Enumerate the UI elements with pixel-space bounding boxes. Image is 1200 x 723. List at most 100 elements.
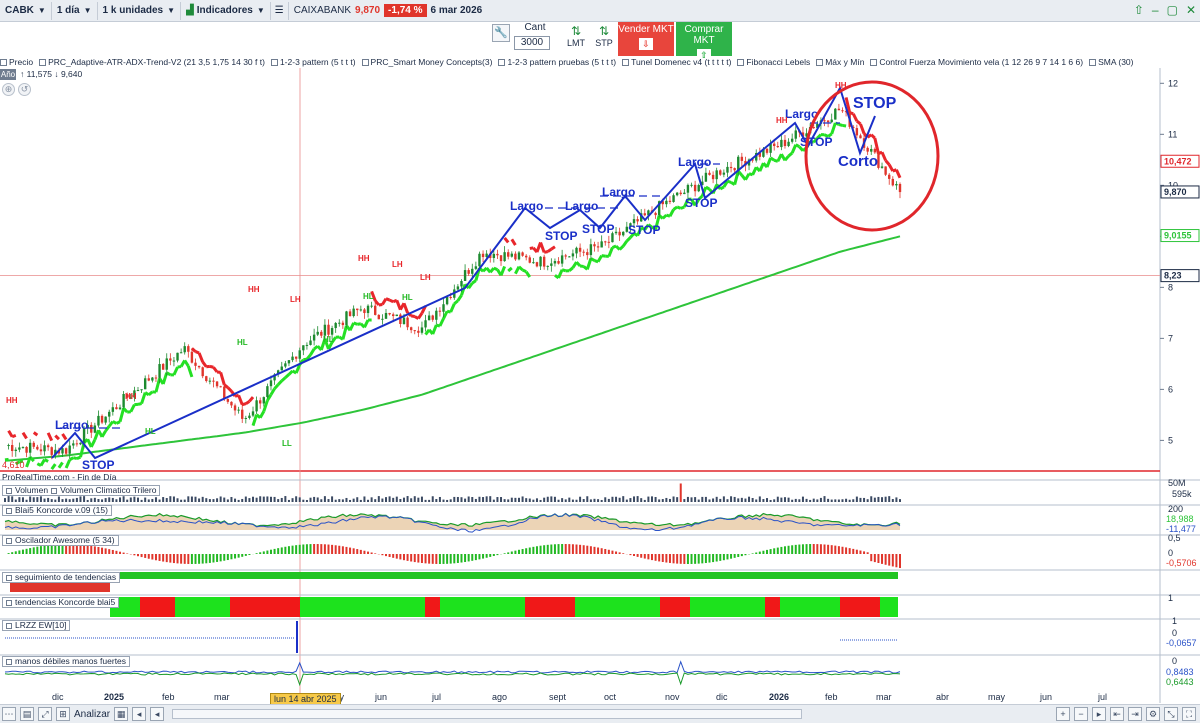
scroll-left-icon[interactable]: ◂ (150, 707, 165, 721)
zoom-in-icon[interactable]: + (1056, 707, 1070, 721)
analyze-icon[interactable]: ⊞ (56, 707, 70, 721)
candle-body (514, 253, 517, 260)
atr-trail-segment (680, 205, 685, 210)
checkbox-icon[interactable] (6, 507, 12, 514)
checkbox-icon[interactable] (6, 622, 12, 629)
wrench-icon[interactable]: 🔧 (492, 24, 510, 42)
checkbox-icon[interactable] (6, 537, 12, 544)
chart-area[interactable]: 12111098765LargoSTOPLargoSTOPLargoSTOPLa… (0, 68, 1200, 723)
limit-order-button[interactable]: ⇅ LMT (562, 22, 590, 56)
checkbox-icon[interactable] (870, 58, 878, 66)
minimize-icon[interactable]: – (1152, 3, 1159, 17)
awesome-bar (582, 545, 585, 554)
volume-bar (194, 496, 197, 502)
checkbox-icon[interactable] (6, 574, 12, 581)
symbol-selector[interactable]: CABK ▼ (0, 1, 52, 20)
checkbox-icon[interactable] (498, 58, 506, 66)
analyze-label[interactable]: Analizar (74, 709, 110, 720)
awesome-bar (834, 545, 837, 554)
fit-icon[interactable]: ⤡ (1164, 707, 1178, 721)
close-icon[interactable]: ✕ (1186, 3, 1196, 17)
units-selector[interactable]: 1 k unidades ▼ (98, 1, 182, 20)
settings-button[interactable]: ☰ (271, 1, 289, 20)
zoom-icon[interactable]: ⊕ (2, 83, 15, 96)
trend-koncorde-panel-label[interactable]: tendencias Koncorde blai5 (2, 597, 120, 608)
checkbox-icon[interactable] (816, 58, 824, 66)
sell-market-button[interactable]: Vender MKT ⇩ (618, 22, 674, 56)
price-tag-fib: 8,23 (1164, 271, 1182, 281)
checkbox-icon[interactable] (622, 58, 630, 66)
quantity-input[interactable]: 3000 (514, 36, 550, 50)
zoom-out-icon[interactable]: − (1074, 707, 1088, 721)
awesome-bar (873, 554, 876, 563)
indicators-button[interactable]: ▟ Indicadores ▼ (181, 1, 271, 20)
indicator-item[interactable]: Fibonacci Lebels (737, 57, 810, 67)
stop-order-button[interactable]: ⇅ STP (590, 22, 618, 56)
maximize-icon[interactable]: ▢ (1167, 3, 1178, 17)
checkbox-icon[interactable] (270, 58, 278, 66)
checkbox-icon[interactable] (0, 58, 7, 66)
volume-bar (801, 496, 804, 502)
volume-bar (881, 497, 884, 502)
atr-trail-segment (140, 392, 147, 404)
volume-panel-label[interactable]: Volumen Volumen Climatico Trilero (2, 485, 161, 496)
volume-bar (629, 498, 632, 502)
buy-market-button[interactable]: Comprar MKT ⇧ (676, 22, 732, 61)
period-badge[interactable]: Año (0, 69, 16, 80)
awesome-bar (550, 544, 553, 554)
checkbox-icon[interactable] (6, 658, 12, 665)
indicator-item[interactable]: Tunel Domenec v4 (t t t t t) (622, 57, 731, 67)
indicator-item[interactable]: SMA (30) (1089, 57, 1134, 67)
awesome-bar (230, 554, 233, 560)
indicator-item[interactable]: Control Fuerza Movimiento vela (1 12 26 … (870, 57, 1083, 67)
back-icon[interactable]: ◂ (132, 707, 147, 721)
koncorde-panel-label[interactable]: Blai5 Koncorde v.09 (15) (2, 505, 112, 516)
atr-trail-segment (147, 390, 154, 397)
trend-follow-panel-label[interactable]: seguimiento de tendencias (2, 572, 121, 583)
x-axis-tick: dic (716, 692, 728, 702)
fullscreen-icon[interactable]: ⛶ (1182, 707, 1196, 721)
checkbox-icon[interactable] (39, 58, 47, 66)
arrow-up-icon[interactable]: ⇧ (1134, 3, 1144, 17)
indicator-item[interactable]: 1-2-3 pattern pruebas (5 t t t) (498, 57, 616, 67)
checkbox-icon[interactable] (6, 599, 12, 606)
price-chart-svg[interactable]: 12111098765LargoSTOPLargoSTOPLargoSTOPLa… (0, 68, 1200, 723)
candle-body (776, 146, 779, 148)
awesome-panel-label[interactable]: Oscilador Awesome (5 34) (2, 535, 119, 546)
checkbox-icon[interactable] (6, 487, 12, 494)
awesome-bar (690, 554, 693, 564)
indicator-item[interactable]: Máx y Mín (816, 57, 864, 67)
indicator-item[interactable]: PRC_Adaptive-ATR-ADX-Trend-V2 (21 3,5 1,… (39, 57, 265, 67)
volume-bar (676, 497, 679, 502)
awesome-bar (205, 554, 208, 564)
dots-icon[interactable]: ⋯ (2, 707, 16, 721)
history-icon[interactable]: ↺ (18, 83, 31, 96)
indicator-item[interactable]: 1-2-3 pattern (5 t t t) (270, 57, 356, 67)
atr-trail-segment (154, 377, 162, 393)
atr-trail-segment (744, 172, 751, 181)
scroll-right-icon[interactable]: ▸ (1092, 707, 1106, 721)
checkbox-icon[interactable] (1089, 58, 1097, 66)
trend-follow-strip (110, 572, 898, 579)
layout-icon[interactable]: ▤ (20, 707, 34, 721)
first-icon[interactable]: ⇤ (1110, 707, 1124, 721)
checkbox-icon[interactable] (51, 487, 58, 494)
weak-strong-panel-label[interactable]: manos débiles manos fuertes (2, 656, 131, 667)
volume-bar (848, 499, 851, 502)
expand-icon[interactable]: ⤢ (38, 707, 52, 721)
timeframe-selector[interactable]: 1 día ▼ (52, 1, 98, 20)
indicator-item[interactable]: Precio (0, 57, 33, 67)
checkbox-icon[interactable] (361, 58, 369, 66)
grid-icon[interactable]: ▦ (114, 707, 129, 721)
indicator-item[interactable]: PRC_Smart Money Concepts(3) (361, 57, 492, 67)
horizontal-scrollbar[interactable] (172, 709, 803, 719)
awesome-bar (50, 544, 53, 554)
checkbox-icon[interactable] (737, 58, 745, 66)
candle-body (345, 311, 348, 326)
indicator-label: Tunel Domenec v4 (t t t t t) (631, 57, 732, 67)
awesome-bar (773, 548, 776, 554)
lrzz-panel-label[interactable]: LRZZ EW[10] (2, 620, 71, 631)
candle-body (830, 119, 833, 123)
last-icon[interactable]: ⇥ (1128, 707, 1142, 721)
settings-icon[interactable]: ⚙ (1146, 707, 1160, 721)
